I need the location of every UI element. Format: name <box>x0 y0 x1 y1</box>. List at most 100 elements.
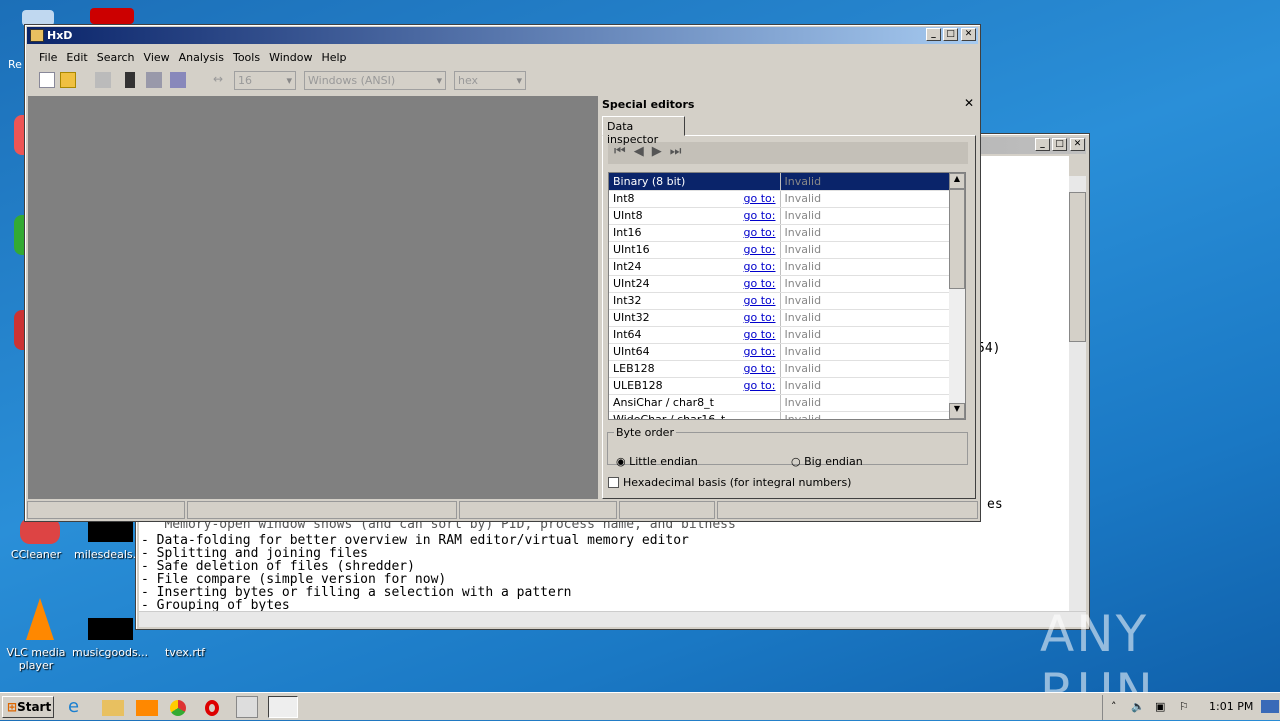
desktop-icon-ccleaner[interactable]: CCleaner <box>1 548 71 561</box>
scroll-thumb[interactable] <box>1069 192 1086 342</box>
panel-close-icon[interactable]: ✕ <box>964 96 974 110</box>
row-value[interactable]: Invalid <box>779 241 950 259</box>
scroll-thumb[interactable] <box>949 189 965 289</box>
inspector-row[interactable]: UInt8 go to: Invalid <box>609 207 950 225</box>
bytes-per-row-select[interactable]: 16 <box>234 71 296 90</box>
network-icon[interactable]: ▣ <box>1155 695 1165 719</box>
row-value[interactable]: Invalid <box>779 377 950 395</box>
media-player-icon[interactable] <box>136 700 158 716</box>
desktop-icon-tvex[interactable]: tvex.rtf <box>150 646 220 659</box>
notepad-taskbar-button[interactable] <box>236 696 258 718</box>
row-value[interactable]: Invalid <box>779 275 950 293</box>
menu-help[interactable]: Help <box>321 51 346 64</box>
new-file-icon[interactable] <box>39 72 55 88</box>
ie-icon[interactable]: e <box>68 696 90 718</box>
desktop-icon-musicgoods[interactable]: musicgoods... <box>72 646 148 659</box>
goto-link[interactable]: go to: <box>744 192 776 205</box>
volume-icon[interactable]: 🔈 <box>1131 695 1145 719</box>
desktop-icon-vlc[interactable]: VLC media player <box>0 646 72 672</box>
maximize-button[interactable]: □ <box>943 28 958 41</box>
inspector-row[interactable]: Int24 go to: Invalid <box>609 258 950 276</box>
row-value[interactable]: Invalid <box>779 258 950 276</box>
desktop-app-icon[interactable] <box>90 8 134 24</box>
vertical-scrollbar[interactable] <box>1069 176 1086 611</box>
row-value[interactable]: Invalid <box>779 292 950 310</box>
minimize-button[interactable]: _ <box>926 28 941 41</box>
data-inspector-table[interactable]: Binary (8 bit) Invalid Int8 go to: Invalid UI… <box>608 172 966 420</box>
row-value[interactable]: Invalid <box>779 411 950 419</box>
start-button[interactable]: ⊞Start <box>2 696 54 718</box>
close-button[interactable]: ✕ <box>1070 138 1085 151</box>
scroll-up-button[interactable]: ▲ <box>949 173 965 189</box>
table-scrollbar[interactable]: ▲ ▼ <box>949 173 965 419</box>
goto-link[interactable]: go to: <box>744 328 776 341</box>
editor-area[interactable] <box>28 96 598 499</box>
offset-base-select[interactable]: hex <box>454 71 526 90</box>
inspector-row[interactable]: Int32 go to: Invalid <box>609 292 950 310</box>
open-ram-icon[interactable] <box>146 72 162 88</box>
menu-view[interactable]: View <box>144 51 170 64</box>
little-endian-radio[interactable]: ◉ Little endian <box>616 455 698 468</box>
close-button[interactable]: ✕ <box>961 28 976 41</box>
inspector-row[interactable]: UInt16 go to: Invalid <box>609 241 950 259</box>
show-hidden-icons[interactable]: ˄ <box>1111 695 1117 719</box>
inspector-row[interactable]: Int16 go to: Invalid <box>609 224 950 242</box>
goto-link[interactable]: go to: <box>744 311 776 324</box>
row-value[interactable]: Invalid <box>779 343 950 361</box>
inspector-row[interactable]: UInt64 go to: Invalid <box>609 343 950 361</box>
menu-search[interactable]: Search <box>97 51 135 64</box>
chrome-icon[interactable] <box>170 700 186 716</box>
row-value[interactable]: Invalid <box>779 326 950 344</box>
inspector-row[interactable]: Int8 go to: Invalid <box>609 190 950 208</box>
menu-analysis[interactable]: Analysis <box>179 51 224 64</box>
action-center-flag-icon[interactable]: ⚐ <box>1179 695 1189 719</box>
inspector-row[interactable]: WideChar / char16_t Invalid <box>609 411 950 419</box>
scroll-down-button[interactable]: ▼ <box>949 403 965 419</box>
menu-window[interactable]: Window <box>269 51 312 64</box>
row-value[interactable]: Invalid <box>779 173 950 191</box>
goto-link[interactable]: go to: <box>744 294 776 307</box>
inspector-row[interactable]: UInt32 go to: Invalid <box>609 309 950 327</box>
horizontal-scrollbar[interactable] <box>139 611 1086 627</box>
row-value[interactable]: Invalid <box>779 309 950 327</box>
row-value[interactable]: Invalid <box>779 207 950 225</box>
show-desktop-button[interactable] <box>1261 700 1279 713</box>
inspector-row[interactable]: ULEB128 go to: Invalid <box>609 377 950 395</box>
goto-link[interactable]: go to: <box>744 260 776 273</box>
goto-link[interactable]: go to: <box>744 345 776 358</box>
next-icon[interactable]: ▶ <box>652 144 670 159</box>
tab-data-inspector[interactable]: Data inspector <box>602 116 685 146</box>
charset-select[interactable]: Windows (ANSI) <box>304 71 446 90</box>
previous-icon[interactable]: ◀ <box>634 144 652 159</box>
view-icon[interactable] <box>170 72 186 88</box>
desktop-icon-milesdeals[interactable]: milesdeals.f <box>72 548 142 561</box>
hxd-taskbar-button[interactable] <box>268 696 298 718</box>
first-icon[interactable]: ⏮ <box>614 144 634 159</box>
last-icon[interactable]: ⏭ <box>670 144 690 159</box>
hex-basis-checkbox[interactable]: Hexadecimal basis (for integral numbers) <box>608 476 851 489</box>
inspector-row[interactable]: UInt24 go to: Invalid <box>609 275 950 293</box>
maximize-button[interactable]: □ <box>1052 138 1067 151</box>
vlc-icon[interactable] <box>26 598 54 640</box>
row-value[interactable]: Invalid <box>779 224 950 242</box>
menu-edit[interactable]: Edit <box>66 51 87 64</box>
explorer-icon[interactable] <box>102 700 124 716</box>
goto-link[interactable]: go to: <box>744 226 776 239</box>
clock[interactable]: 1:01 PM <box>1209 695 1253 719</box>
goto-link[interactable]: go to: <box>744 277 776 290</box>
hxd-window[interactable]: HxD _ □ ✕ File Edit Search View Analysis Tool… <box>24 24 981 522</box>
goto-link[interactable]: go to: <box>744 362 776 375</box>
hxd-title-bar[interactable]: HxD _ □ ✕ <box>27 27 978 44</box>
inspector-row[interactable]: Int64 go to: Invalid <box>609 326 950 344</box>
save-icon[interactable] <box>95 72 111 88</box>
goto-link[interactable]: go to: <box>744 243 776 256</box>
big-endian-radio[interactable]: ○ Big endian <box>791 455 863 468</box>
inspector-row[interactable]: LEB128 go to: Invalid <box>609 360 950 378</box>
inspector-row[interactable]: AnsiChar / char8_t Invalid <box>609 394 950 412</box>
row-value[interactable]: Invalid <box>779 190 950 208</box>
open-disk-icon[interactable] <box>125 72 135 88</box>
goto-link[interactable]: go to: <box>744 379 776 392</box>
row-value[interactable]: Invalid <box>779 360 950 378</box>
row-value[interactable]: Invalid <box>779 394 950 412</box>
minimize-button[interactable]: _ <box>1035 138 1050 151</box>
